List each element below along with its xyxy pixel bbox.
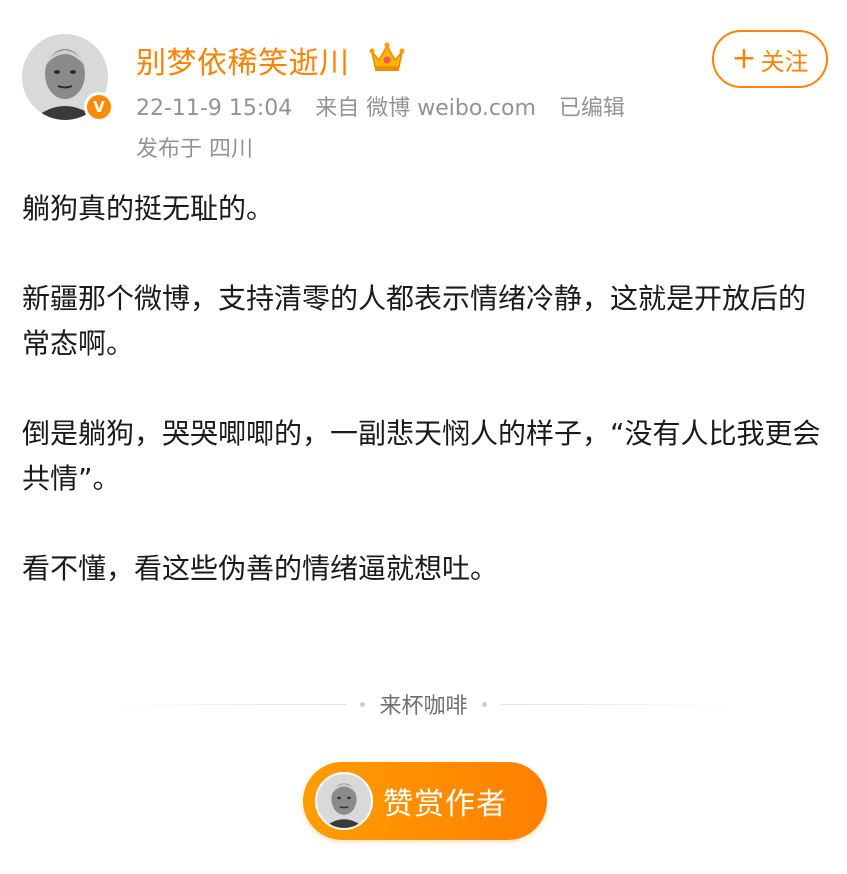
tip-avatar-image [315,772,373,830]
post-timestamp: 22-11-9 15:04 [136,96,293,121]
post-meta: 22-11-9 15:04 来自 微博 weibo.com 已编辑 [136,90,625,122]
author-name[interactable]: 别梦依稀笑逝川 [136,38,350,82]
tip-divider-label: 来杯咖啡 [379,694,468,719]
verified-badge-icon: V [84,92,114,122]
follow-button-label: 关注 [760,47,809,76]
post-content: 躺狗真的挺无耻的。 新疆那个微博，支持清零的人都表示情绪冷静，这就是开放后的常态… [22,186,827,636]
post-source: 来自 微博 weibo.com [315,96,536,121]
divider-line-left [106,703,347,705]
divider-line-right [500,703,741,705]
follow-button[interactable]: + 关注 [712,30,828,88]
post-paragraph: 躺狗真的挺无耻的。 [22,192,275,225]
divider-dot-left [360,701,366,707]
post-paragraph: 倒是躺狗，哭哭唧唧的，一副悲天悯人的样子，“没有人比我更会共情”。 [22,417,821,495]
edited-indicator[interactable]: 已编辑 [559,96,625,121]
tip-button-label: 赞赏作者 [383,787,507,822]
post-location: 发布于 四川 [136,137,253,162]
tip-divider: 来杯咖啡 [0,684,847,724]
divider-dot-right [481,701,487,707]
post-paragraph: 看不懂，看这些伪善的情绪逼就想吐。 [22,552,499,585]
plus-icon: + [731,41,757,76]
author-avatar[interactable]: V [22,34,114,122]
crown-icon[interactable] [368,40,406,74]
post-paragraph: 新疆那个微博，支持清零的人都表示情绪冷静，这就是开放后的常态啊。 [22,282,807,360]
tip-author-button[interactable]: 赞赏作者 [303,762,547,840]
